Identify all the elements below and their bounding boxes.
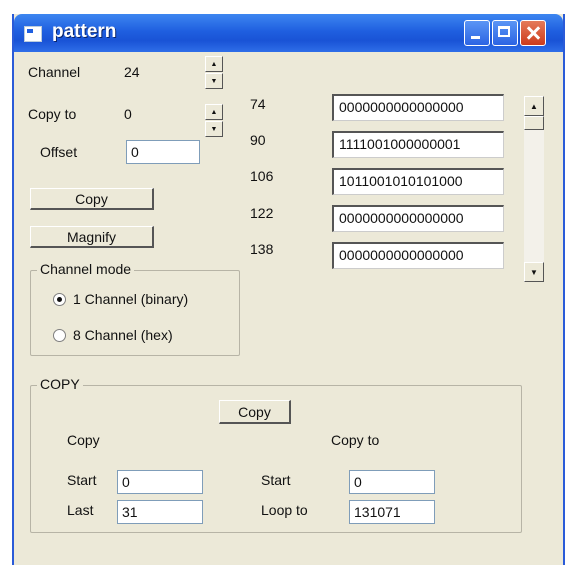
row-bits[interactable]: 0000000000000000 xyxy=(332,242,504,269)
last-label: Last xyxy=(67,502,94,518)
row-bits[interactable]: 1111001000000001 xyxy=(332,131,504,158)
channel-spinner[interactable]: ▲ ▼ xyxy=(205,56,223,90)
arrow-down-icon[interactable]: ▼ xyxy=(205,121,223,137)
arrow-up-icon[interactable]: ▲ xyxy=(524,96,544,116)
copy-to-label: Copy to xyxy=(28,106,77,122)
row-bits[interactable]: 1011001010101000 xyxy=(332,168,504,195)
pattern-scrollbar[interactable]: ▲ ▼ xyxy=(524,96,544,282)
radio-hex-label[interactable]: 8 Channel (hex) xyxy=(73,327,173,343)
copy-button[interactable]: Copy xyxy=(30,188,154,210)
arrow-up-icon[interactable]: ▲ xyxy=(205,56,223,72)
start-label: Start xyxy=(67,472,97,488)
row-address: 90 xyxy=(250,132,266,148)
row-address: 122 xyxy=(250,205,274,221)
scroll-thumb[interactable] xyxy=(524,116,544,130)
radio-hex[interactable] xyxy=(53,329,66,342)
arrow-down-icon[interactable]: ▼ xyxy=(524,262,544,282)
row-bits[interactable]: 0000000000000000 xyxy=(332,94,504,121)
offset-input[interactable] xyxy=(126,140,200,164)
copy-to-spinner[interactable]: ▲ ▼ xyxy=(205,104,223,138)
radio-binary-label[interactable]: 1 Channel (binary) xyxy=(73,291,188,307)
channel-label: Channel xyxy=(28,64,81,80)
channel-mode-group: Channel mode 1 Channel (binary) 8 Channe… xyxy=(30,261,240,356)
row-address: 106 xyxy=(250,168,274,184)
copy-to-value: 0 xyxy=(124,106,132,122)
close-icon[interactable] xyxy=(520,20,546,46)
copy-group-label: COPY xyxy=(37,376,83,392)
minimize-icon[interactable] xyxy=(464,20,490,46)
loop-to-input[interactable] xyxy=(349,500,435,524)
copy-last-input[interactable] xyxy=(117,500,203,524)
pattern-window: pattern Channel 24 ▲ ▼ Copy to 0 ▲ ▼ Off… xyxy=(12,14,565,565)
loop-to-label: Loop to xyxy=(261,502,308,518)
copy-range-button[interactable]: Copy xyxy=(219,400,291,424)
row-address: 138 xyxy=(250,241,274,257)
radio-binary[interactable] xyxy=(53,293,66,306)
row-address: 74 xyxy=(250,96,266,112)
to-start-label: Start xyxy=(261,472,291,488)
copy-column-label: Copy xyxy=(67,432,100,448)
window-icon xyxy=(24,26,42,42)
channel-mode-label: Channel mode xyxy=(37,261,135,277)
offset-label: Offset xyxy=(40,144,78,160)
row-bits[interactable]: 0000000000000000 xyxy=(332,205,504,232)
magnify-button[interactable]: Magnify xyxy=(30,226,154,248)
window-title: pattern xyxy=(52,21,117,42)
channel-value: 24 xyxy=(124,64,140,80)
copy-to-column-label: Copy to xyxy=(331,432,380,448)
arrow-down-icon[interactable]: ▼ xyxy=(205,73,223,89)
copy-group: COPY Copy Copy Copy to Start Last Start … xyxy=(30,376,522,533)
title-bar[interactable]: pattern xyxy=(14,14,563,52)
arrow-up-icon[interactable]: ▲ xyxy=(205,104,223,120)
copy-start-input[interactable] xyxy=(117,470,203,494)
copy-to-start-input[interactable] xyxy=(349,470,435,494)
maximize-icon[interactable] xyxy=(492,20,518,46)
